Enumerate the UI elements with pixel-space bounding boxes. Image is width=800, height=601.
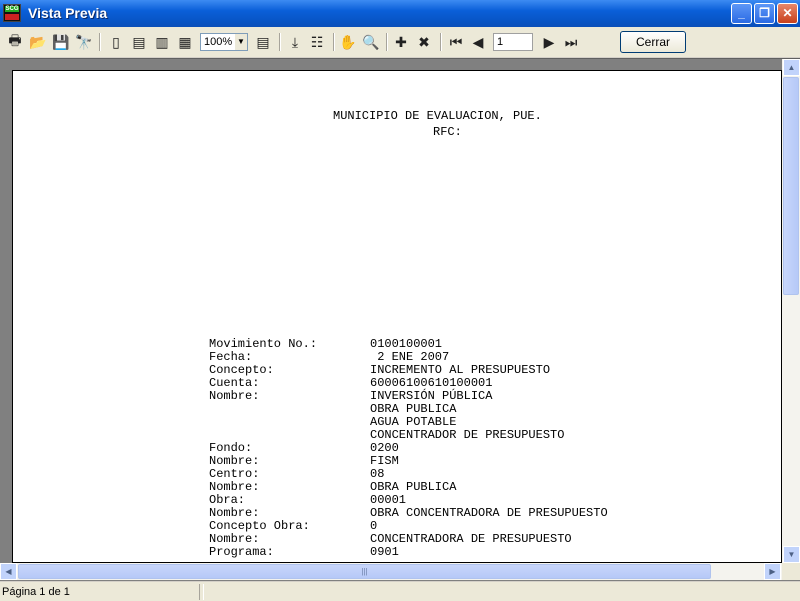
toolbar: 🖶 📂 💾 🔭 ▯ ▤ ▥ ▦ 100% ▼ ▤ ⤓ ☷ ✋ 🔍 ✚ ✖ ⏮ ◀ … bbox=[0, 27, 800, 58]
zoom-in-icon[interactable]: 🔍 bbox=[361, 32, 381, 52]
maximize-button[interactable]: ❐ bbox=[754, 3, 775, 24]
scroll-down-icon[interactable]: ▼ bbox=[783, 546, 800, 563]
print-icon[interactable]: 🖶 bbox=[5, 32, 25, 52]
window-title: Vista Previa bbox=[28, 5, 108, 21]
last-page-icon[interactable]: ⏭ bbox=[561, 32, 581, 52]
status-bar: Página 1 de 1 bbox=[0, 581, 800, 601]
vertical-scroll-thumb[interactable] bbox=[783, 77, 799, 295]
add-page-icon[interactable]: ✚ bbox=[391, 32, 411, 52]
close-window-button[interactable]: ✕ bbox=[777, 3, 798, 24]
hand-icon[interactable]: ✋ bbox=[338, 32, 358, 52]
report-rfc: RFC: bbox=[433, 125, 462, 139]
two-pages-icon[interactable]: ▥ bbox=[152, 32, 172, 52]
find-icon[interactable]: 🔭 bbox=[74, 32, 94, 52]
scroll-right-icon[interactable]: ▶ bbox=[764, 563, 781, 580]
title-bar: SCG Vista Previa _ ❐ ✕ bbox=[0, 0, 800, 27]
close-button[interactable]: Cerrar bbox=[620, 31, 686, 53]
first-page-icon[interactable]: ⏮ bbox=[446, 32, 466, 52]
delete-page-icon[interactable]: ✖ bbox=[414, 32, 434, 52]
four-pages-icon[interactable]: ▦ bbox=[175, 32, 195, 52]
save-icon[interactable]: 💾 bbox=[51, 32, 71, 52]
horizontal-scroll-thumb[interactable]: ||| bbox=[18, 564, 711, 579]
page-status: Página 1 de 1 bbox=[0, 584, 200, 600]
prev-page-icon[interactable]: ◀ bbox=[468, 32, 488, 52]
preview-area: MUNICIPIO DE EVALUACION, PUE. RFC: Movim… bbox=[0, 58, 800, 581]
zoom-select[interactable]: 100% ▼ bbox=[200, 33, 248, 51]
app-icon-label: SCG bbox=[5, 6, 19, 12]
minimize-button[interactable]: _ bbox=[731, 3, 752, 24]
report-page: MUNICIPIO DE EVALUACION, PUE. RFC: Movim… bbox=[12, 70, 782, 563]
next-page-icon[interactable]: ▶ bbox=[539, 32, 559, 52]
report-labels: Movimiento No.: Fecha: Concepto: Cuenta:… bbox=[209, 337, 318, 559]
page-width-icon[interactable]: ▤ bbox=[129, 32, 149, 52]
vertical-scrollbar[interactable]: ▲ ▼ bbox=[782, 59, 800, 563]
tree-icon[interactable]: ☷ bbox=[307, 32, 327, 52]
chevron-down-icon[interactable]: ▼ bbox=[235, 34, 247, 50]
app-icon: SCG bbox=[3, 4, 21, 22]
scroll-up-icon[interactable]: ▲ bbox=[783, 59, 800, 76]
one-page-icon[interactable]: ▯ bbox=[106, 32, 126, 52]
outline-icon[interactable]: ▤ bbox=[253, 32, 273, 52]
horizontal-scrollbar[interactable]: ◀ ||| ▶ bbox=[0, 563, 782, 580]
page-number-input[interactable]: 1 bbox=[493, 33, 533, 51]
scroll-left-icon[interactable]: ◀ bbox=[0, 563, 17, 580]
expand-icon[interactable]: ⤓ bbox=[285, 32, 305, 52]
report-header: MUNICIPIO DE EVALUACION, PUE. bbox=[333, 109, 542, 123]
open-icon[interactable]: 📂 bbox=[28, 32, 48, 52]
report-values: 0100100001 2 ENE 2007 INCREMENTO AL PRES… bbox=[370, 337, 608, 559]
